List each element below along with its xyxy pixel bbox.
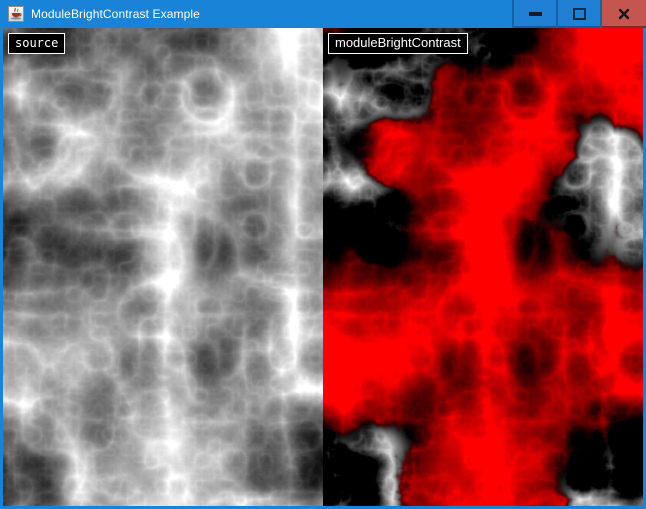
minimize-button[interactable] (512, 0, 556, 28)
close-button[interactable] (600, 0, 646, 28)
close-icon (618, 8, 630, 20)
window-controls (512, 0, 646, 28)
maximize-button[interactable] (556, 0, 600, 28)
window-title: ModuleBrightContrast Example (31, 7, 200, 21)
source-label: source (8, 33, 65, 54)
module-output-label: moduleBrightContrast (328, 33, 468, 54)
maximize-icon (573, 8, 586, 20)
minimize-icon (529, 12, 542, 16)
panel-source: source (3, 28, 323, 506)
content-area: source moduleBrightContrast (0, 28, 646, 509)
titlebar[interactable]: ModuleBrightContrast Example (0, 0, 646, 28)
panel-module-output: moduleBrightContrast (323, 28, 643, 506)
module-brightcontrast-image (323, 28, 643, 506)
app-window: ModuleBrightContrast Example source modu… (0, 0, 646, 509)
java-coffee-cup-icon (8, 6, 24, 22)
source-noise-image (3, 28, 323, 506)
